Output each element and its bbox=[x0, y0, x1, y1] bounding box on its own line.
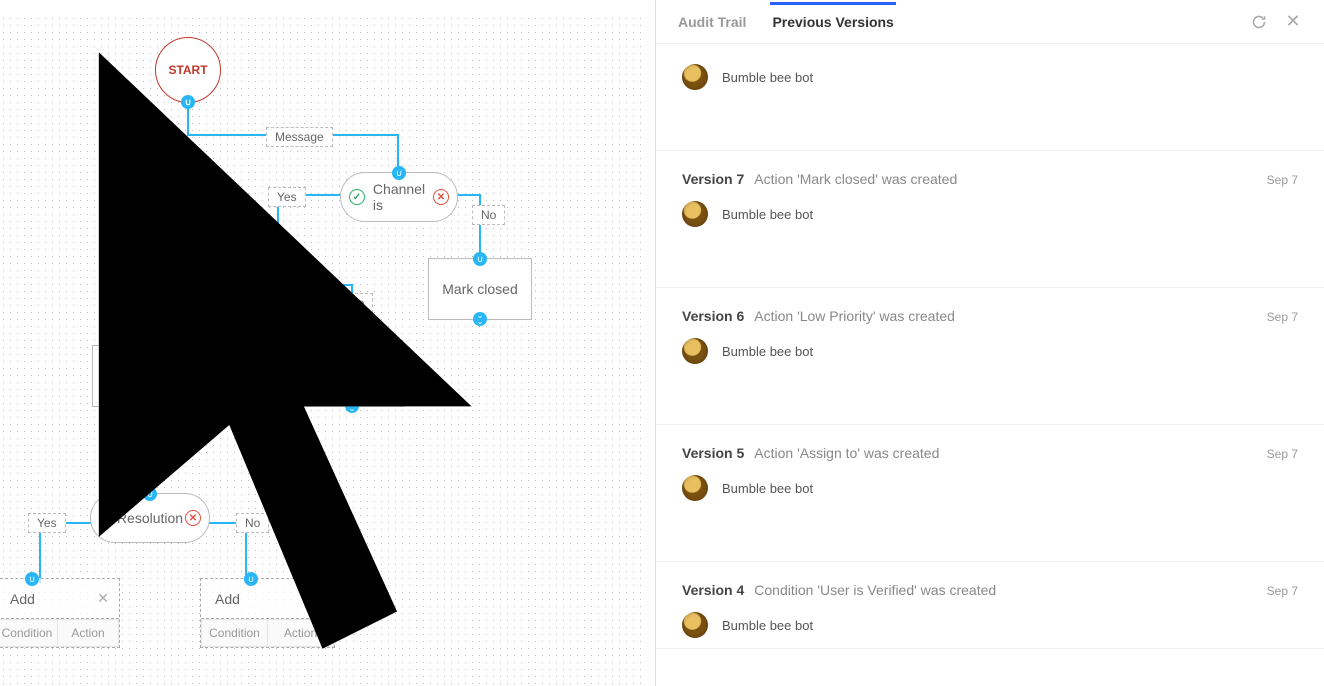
version-author: Bumble bee bot bbox=[722, 481, 813, 496]
refresh-icon[interactable] bbox=[1250, 13, 1268, 31]
start-label: START bbox=[168, 63, 207, 77]
action-label: Mark closed bbox=[442, 281, 517, 297]
version-description: Action 'Assign to' was created bbox=[754, 445, 1266, 461]
version-date: Sep 7 bbox=[1267, 447, 1298, 461]
version-author: Bumble bee bot bbox=[722, 344, 813, 359]
start-node[interactable]: START ∪ bbox=[155, 37, 221, 103]
check-icon: ✓ bbox=[99, 510, 115, 526]
avatar bbox=[682, 475, 708, 501]
port-icon[interactable]: ∪ bbox=[137, 339, 151, 353]
version-number: Version 5 bbox=[682, 445, 744, 461]
decision-channel[interactable]: ✓ Channel is ✕ ∪ bbox=[340, 172, 458, 222]
version-number: Version 6 bbox=[682, 308, 744, 324]
port-icon[interactable]: ∪ bbox=[268, 255, 282, 269]
decision-label: Resolution bbox=[117, 510, 183, 526]
close-icon[interactable]: ✕ bbox=[312, 590, 324, 607]
port-expand-icon[interactable]: ⌄⌄ bbox=[345, 399, 359, 413]
side-panel: Audit Trail Previous Versions ✕ Bumble b… bbox=[656, 0, 1324, 686]
version-item[interactable]: Version 6 Action 'Low Priority' was crea… bbox=[656, 288, 1324, 425]
add-condition-button[interactable]: Condition bbox=[0, 619, 57, 647]
port-icon[interactable]: ∪ bbox=[143, 487, 157, 501]
version-author: Bumble bee bot bbox=[722, 618, 813, 633]
check-icon: ✓ bbox=[227, 278, 243, 294]
edge-label-no[interactable]: No bbox=[236, 513, 269, 533]
tab-previous-versions[interactable]: Previous Versions bbox=[772, 14, 893, 30]
version-number: Version 4 bbox=[682, 582, 744, 598]
version-item[interactable]: Bumble bee bot bbox=[656, 44, 1324, 151]
version-description: Condition 'User is Verified' was created bbox=[754, 582, 1266, 598]
edge-label-yes[interactable]: Yes bbox=[268, 187, 306, 207]
close-icon[interactable]: ✕ bbox=[97, 590, 109, 607]
version-date: Sep 7 bbox=[1267, 310, 1298, 324]
add-action-button[interactable]: Action bbox=[57, 619, 119, 647]
port-icon[interactable]: ∪ bbox=[392, 166, 406, 180]
port-expand-icon[interactable]: ⌄⌄ bbox=[137, 399, 151, 413]
action-label: Assign to bbox=[115, 368, 173, 384]
port-expand-icon[interactable]: ⌄⌄ bbox=[473, 312, 487, 326]
version-number: Version 7 bbox=[682, 171, 744, 187]
version-description: Action 'Low Priority' was created bbox=[754, 308, 1266, 324]
cross-icon: ✕ bbox=[307, 278, 323, 294]
versions-list[interactable]: Bumble bee bot Version 7 Action 'Mark cl… bbox=[656, 44, 1324, 686]
check-icon: ✓ bbox=[349, 189, 365, 205]
version-item[interactable]: Version 7 Action 'Mark closed' was creat… bbox=[656, 151, 1324, 288]
add-label: Add bbox=[10, 591, 35, 607]
avatar bbox=[682, 612, 708, 638]
panel-tabs: Audit Trail Previous Versions ✕ bbox=[656, 0, 1324, 44]
version-date: Sep 7 bbox=[1267, 584, 1298, 598]
action-mark-closed[interactable]: Mark closed ∪ ⌄⌄ bbox=[428, 258, 532, 320]
add-label: Add bbox=[215, 591, 240, 607]
version-item[interactable]: Version 5 Action 'Assign to' was created… bbox=[656, 425, 1324, 562]
edge-label-next[interactable]: Next bbox=[128, 443, 171, 463]
add-condition-button[interactable]: Condition bbox=[201, 619, 267, 647]
version-date: Sep 7 bbox=[1267, 173, 1298, 187]
workflow-canvas[interactable]: START ∪ Message ✓ Channel is ✕ ∪ Yes No … bbox=[0, 0, 656, 686]
edge-label-no[interactable]: No bbox=[340, 293, 373, 313]
version-description: Action 'Mark closed' was created bbox=[754, 171, 1266, 187]
action-label: Low Priority bbox=[315, 368, 388, 384]
version-author: Bumble bee bot bbox=[722, 70, 813, 85]
add-action-button[interactable]: Action bbox=[267, 619, 334, 647]
version-item[interactable]: Version 4 Condition 'User is Verified' w… bbox=[656, 562, 1324, 649]
port-icon[interactable]: ∪ bbox=[181, 95, 195, 109]
edge-label-yes[interactable]: Yes bbox=[28, 513, 66, 533]
action-low-priority[interactable]: Low Priority ∪ ⌄⌄ bbox=[300, 345, 404, 407]
decision-resolution[interactable]: ✓ Resolution ✕ ∪ bbox=[90, 493, 210, 543]
add-node-placeholder[interactable]: ∪ Add ✕ Condition Action bbox=[200, 578, 335, 648]
edge-label-yes[interactable]: Yes bbox=[142, 275, 180, 295]
port-icon[interactable]: ∪ bbox=[345, 339, 359, 353]
version-author: Bumble bee bot bbox=[722, 207, 813, 222]
tab-audit-trail[interactable]: Audit Trail bbox=[678, 14, 746, 30]
cross-icon: ✕ bbox=[185, 510, 201, 526]
decision-label: Channel is bbox=[373, 181, 425, 213]
decision-label: User is bbox=[255, 270, 295, 302]
close-icon[interactable]: ✕ bbox=[1284, 13, 1302, 31]
port-icon[interactable]: ∪ bbox=[473, 252, 487, 266]
avatar bbox=[682, 201, 708, 227]
avatar bbox=[682, 64, 708, 90]
avatar bbox=[682, 338, 708, 364]
edge-label-message[interactable]: Message bbox=[266, 127, 333, 147]
edge-label-no[interactable]: No bbox=[472, 205, 505, 225]
cross-icon: ✕ bbox=[433, 189, 449, 205]
action-assign[interactable]: Assign to ∪ ⌄⌄ bbox=[92, 345, 196, 407]
add-node-placeholder[interactable]: ∪ Add ✕ Condition Action bbox=[0, 578, 120, 648]
decision-user[interactable]: ✓ User is ✕ ∪ bbox=[218, 261, 332, 311]
